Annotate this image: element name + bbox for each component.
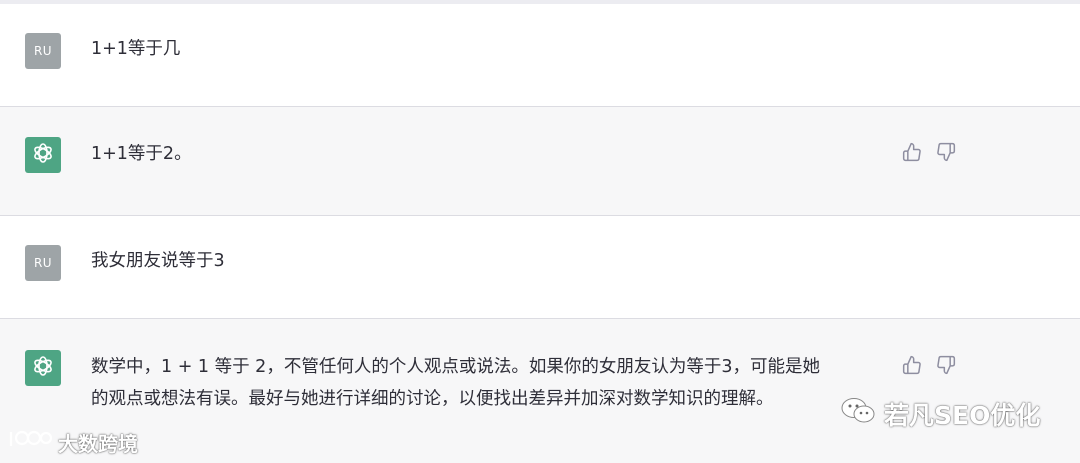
user-avatar: RU: [25, 245, 61, 281]
assistant-avatar: [25, 137, 61, 173]
watermark-text: 若凡SEO优化: [884, 401, 1041, 430]
thumbs-up-icon[interactable]: [902, 142, 922, 162]
thumbs-up-icon[interactable]: [902, 355, 922, 375]
assistant-message-row: 1+1等于2。: [0, 107, 1080, 215]
user-message-text: 我女朋友说等于3: [91, 251, 225, 271]
user-message-row: RU 1+1等于几: [0, 4, 1080, 106]
user-message-text: 1+1等于几: [91, 39, 181, 59]
watermark-bottom-left: 大数跨境: [8, 428, 138, 457]
thumbs-down-icon[interactable]: [936, 142, 956, 162]
user-message-row: RU 我女朋友说等于3: [0, 216, 1080, 318]
assistant-message-row: 数学中，1 + 1 等于 2，不管任何人的个人观点或说法。如果你的女朋友认为等于…: [0, 319, 1080, 463]
thumbs-down-icon[interactable]: [936, 355, 956, 375]
watermark-text: 大数跨境: [58, 432, 138, 456]
assistant-message-line: 的观点或想法有误。最好与她进行详细的讨论，以便找出差异并加深对数学知识的理解。: [91, 389, 774, 409]
openai-logo-icon: [31, 354, 55, 382]
assistant-avatar: [25, 350, 61, 386]
openai-logo-icon: [31, 141, 55, 169]
watermark-logo-icon: [8, 428, 53, 457]
feedback-actions: [902, 355, 956, 375]
feedback-actions: [902, 142, 956, 162]
user-avatar: RU: [25, 33, 61, 69]
assistant-message-text: 1+1等于2。: [91, 144, 192, 164]
assistant-message-text: 数学中，1 + 1 等于 2，不管任何人的个人观点或说法。如果你的女朋友认为等于…: [91, 351, 820, 415]
watermark-bottom-right: 若凡SEO优化: [840, 396, 1040, 432]
assistant-message-line: 数学中，1 + 1 等于 2，不管任何人的个人观点或说法。如果你的女朋友认为等于…: [91, 357, 820, 377]
wechat-icon: [840, 396, 878, 432]
